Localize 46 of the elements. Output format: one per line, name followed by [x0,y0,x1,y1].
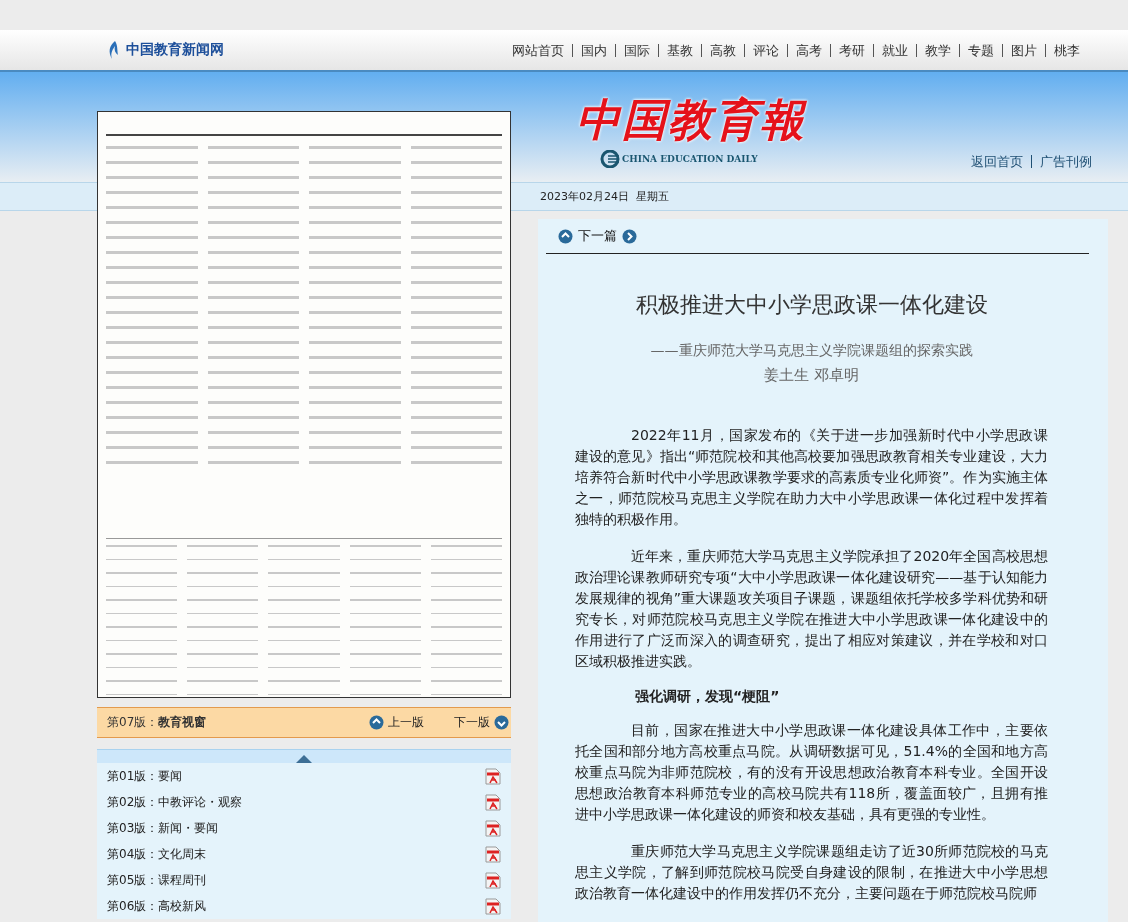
article-paragraph: 近年来，重庆师范大学马克思主义学院承担了2020年全国高校思想政治理论课教师研究专项“大中小学思政课一体化建设研究——基于认知能力发展规律的视角”重大课题攻关项目子课题，课题组依托学校多学科优势和研究专长，对师范院校马克思主义学院在推进大中小学思政课一体化建设中的作用进行了广泛而深入的调查研究，提出了相应对策建议，并在学校和对口区域积极推进实践。 [575,547,1048,671]
nav-link[interactable]: 网站首页 [504,43,572,57]
nav-link[interactable]: 就业 [873,43,916,57]
nav-link[interactable]: 图片 [1002,43,1045,57]
site-logo[interactable]: 中国教育新闻网 [106,40,224,60]
edition-link[interactable]: 第01版：要闻 [107,767,183,785]
site-name: 中国教育新闻网 [126,41,224,59]
article-paragraph: 2022年11月，国家发布的《关于进一步加强新时代中小学思政课建设的意见》指出“师范院校和其他高校要加强思政教育相关专业建设，大力培养符合新时代中小学思政课教学要求的高素质专业化师资”。作为实施主体之一，师范院校马克思主义学院在助力大中小学思政课一体化过程中发挥着独特的积极作用。 [575,426,1048,529]
nav-link[interactable]: 评论 [744,43,787,57]
issue-date: 2023年02月24日 星期五 [540,189,669,204]
next-article-link[interactable]: 下一篇 [578,227,617,245]
previous-edition-link[interactable]: 上一版 [388,714,424,731]
nav-link[interactable]: 专题 [959,43,1002,57]
newspaper-masthead: 中国教育報 [576,93,806,147]
edition-link[interactable]: 第05版：课程周刊 [107,871,207,889]
article-title: 积极推进大中小学思政课一体化建设 [634,291,989,319]
collapse-triangle-icon[interactable] [296,755,312,763]
nav-link[interactable]: 考研 [830,43,873,57]
pdf-icon[interactable] [485,871,501,889]
article-authors: 姜土生 邓卓明 [763,366,860,385]
nav-link[interactable]: 桃李 [1045,43,1088,57]
header-link[interactable]: 广告刊例 [1031,155,1100,168]
masthead-subtitle: CHINA EDUCATION DAILY [622,154,758,164]
pdf-icon[interactable] [485,793,501,811]
edition-link[interactable]: 第03版：新闻・要闻 [107,819,219,837]
nav-link[interactable]: 基教 [658,43,701,57]
article-subtitle: ——重庆师范大学马克思主义学院课题组的探索实践 [649,342,974,360]
pdf-icon[interactable] [485,767,501,785]
article-paragraph: 目前，国家在推进大中小学思政课一体化建设具体工作中，主要依托全国和部分地方高校重点马院。从调研数据可见，51.4%的全国和地方高校重点马院为非师范院校，有的没有开设思想政治教育本科专业。全国开设思想政治教育本科师范专业的高校马院共有118所，覆盖面较广，且拥有推进中小学思政课一体化建设的师资和校友基础，具有更强的专业性。 [575,721,1048,824]
edition-link[interactable]: 第06版：高校新风 [107,897,207,915]
section-heading: 强化调研，发现“梗阻” [634,688,781,706]
pdf-icon[interactable] [485,819,501,837]
nav-link[interactable]: 国内 [572,43,615,57]
nav-link[interactable]: 教学 [916,43,959,57]
pdf-icon[interactable] [485,897,501,915]
next-edition-link[interactable]: 下一版 [454,714,490,731]
globe-icon [600,150,620,168]
article-paragraph: 重庆师范大学马克思主义学院课题组走访了近30所师范院校的马克思主义学院，了解到师范院校马院受自身建设的限制，在推进大中小学思想政治教育一体化建设中的作用发挥仍不充分，主要问题在于师范院校马院师 [575,842,1048,903]
nav-link[interactable]: 高考 [787,43,830,57]
current-edition: 第07版：教育视窗 [107,714,207,731]
header-link[interactable]: 返回首页 [963,155,1031,168]
edition-link[interactable]: 第02版：中教评论・观察 [107,793,243,811]
pdf-icon[interactable] [485,845,501,863]
nav-link[interactable]: 高教 [701,43,744,57]
edition-link[interactable]: 第04版：文化周末 [107,845,207,863]
nav-link[interactable]: 国际 [615,43,658,57]
